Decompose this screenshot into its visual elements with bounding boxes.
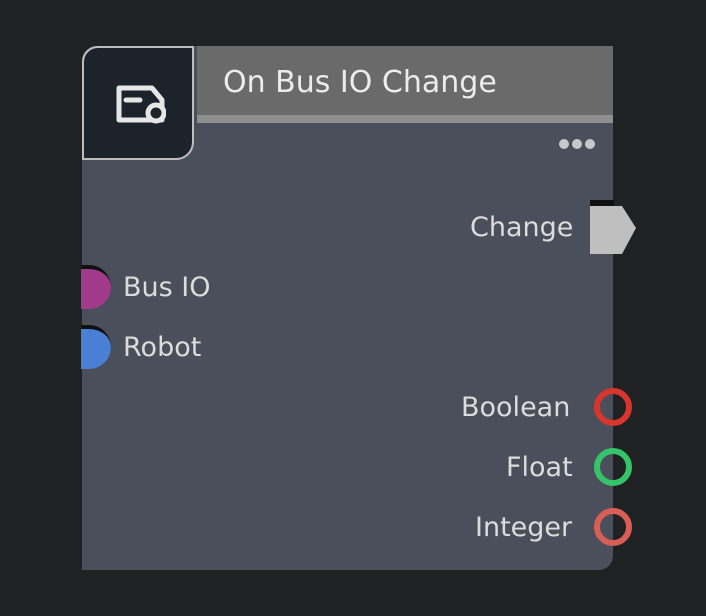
- output-label-float: Float: [506, 452, 573, 483]
- more-dots-icon[interactable]: [559, 134, 603, 152]
- node-icon-box: [82, 46, 194, 160]
- input-label-robot: Robot: [123, 332, 202, 363]
- exec-arrow-icon[interactable]: [590, 200, 638, 256]
- output-label-boolean: Boolean: [461, 392, 571, 423]
- event-message-icon: [116, 85, 166, 124]
- graph-canvas[interactable]: On Bus IO Change Change Bus IO Robot Boo…: [0, 0, 706, 616]
- output-pin-boolean[interactable]: [594, 388, 632, 426]
- input-label-bus-io: Bus IO: [123, 272, 211, 303]
- output-pin-integer[interactable]: [594, 508, 632, 546]
- output-pin-float[interactable]: [594, 448, 632, 486]
- node-title: On Bus IO Change: [223, 65, 497, 100]
- node-header-divider: [197, 115, 613, 123]
- output-label-change: Change: [470, 212, 574, 243]
- output-label-integer: Integer: [475, 512, 573, 543]
